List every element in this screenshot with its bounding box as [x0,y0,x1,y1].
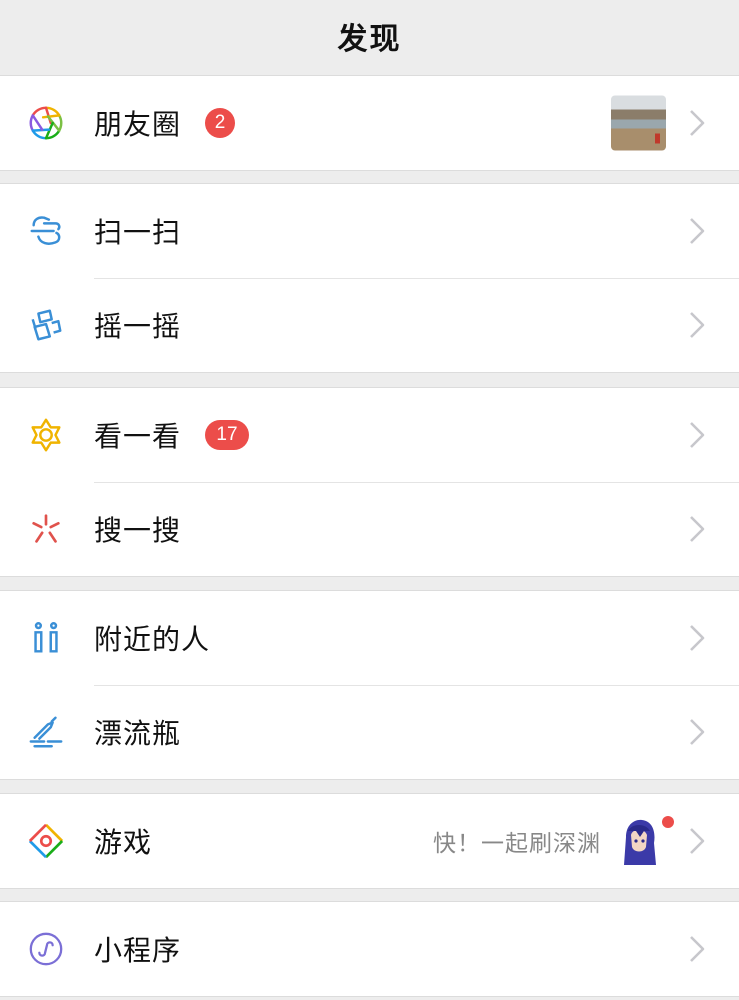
scan-icon [26,211,66,251]
nearby-label: 附近的人 [94,623,211,656]
search-burst-icon [26,509,66,549]
shake-label: 摇一摇 [94,310,182,343]
mini-program-icon [26,929,66,969]
page-title: 发现 [337,22,402,57]
group-scan-shake: 扫一扫 摇一摇 [0,183,739,373]
group-games: 游戏 快！一起刷深渊 [0,793,739,889]
chevron-right-icon [689,217,705,245]
chevron-right-icon [689,935,705,963]
chevron-right-icon [689,515,705,543]
games-notification-dot [662,816,674,828]
games-diamond-icon [26,821,66,861]
moments-aperture-icon [26,103,66,143]
shake-phone-icon [26,305,66,345]
list-item-nearby[interactable]: 附近的人 [0,591,739,685]
list-item-search[interactable]: 搜一搜 [0,482,739,576]
chevron-right-icon [689,718,705,746]
chevron-right-icon [689,421,705,449]
list-item-games[interactable]: 游戏 快！一起刷深渊 [0,794,739,888]
nav-bar: 发现 [0,0,739,72]
games-subtitle: 快！一起刷深渊 [433,831,601,857]
list-item-bottle[interactable]: 漂流瓶 [0,685,739,779]
moments-thumbnail [611,95,666,151]
chevron-right-icon [689,109,705,137]
drift-bottle-icon [26,712,66,752]
toplook-label: 看一看 [94,420,182,453]
chevron-right-icon [689,624,705,652]
group-miniprog: 小程序 [0,901,739,997]
people-nearby-icon [26,618,66,658]
toplook-badge: 17 [205,420,249,450]
list-item-toplook[interactable]: 看一看 17 [0,388,739,482]
list-item-miniprog[interactable]: 小程序 [0,902,739,996]
chevron-right-icon [689,311,705,339]
group-moments: 朋友圈 2 [0,75,739,171]
top-stories-star-icon [26,415,66,455]
moments-badge: 2 [205,108,235,138]
list-item-scan[interactable]: 扫一扫 [0,184,739,278]
miniprog-label: 小程序 [94,934,182,967]
search-label: 搜一搜 [94,514,182,547]
bottle-label: 漂流瓶 [94,717,182,750]
chevron-right-icon [689,827,705,855]
game-avatar [616,817,662,865]
games-label: 游戏 [94,826,153,859]
list-item-shake[interactable]: 摇一摇 [0,278,739,372]
group-nearby-bottle: 附近的人 漂流瓶 [0,590,739,780]
scan-label: 扫一扫 [94,216,182,249]
list-item-moments[interactable]: 朋友圈 2 [0,76,739,170]
moments-label: 朋友圈 [94,108,182,141]
group-toplook-search: 看一看 17 搜一搜 [0,387,739,577]
